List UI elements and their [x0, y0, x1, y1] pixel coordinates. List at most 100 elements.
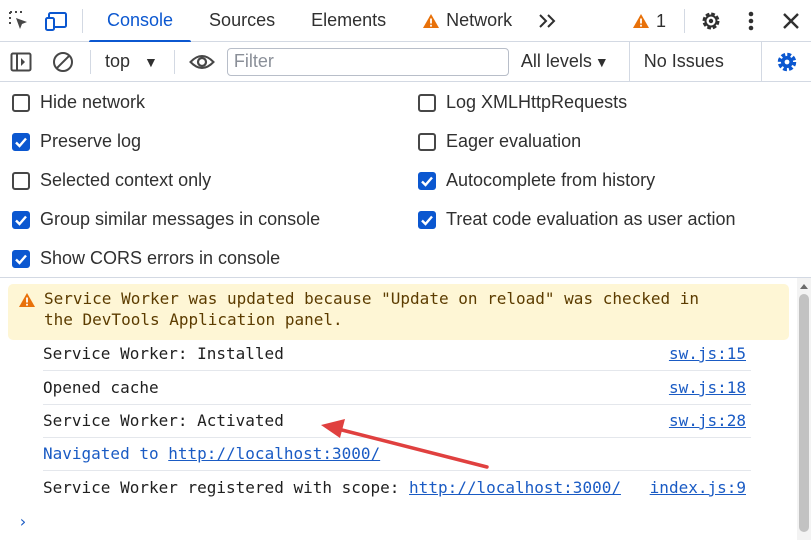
setting-label: Hide network — [40, 92, 146, 112]
setting-group-similar[interactable]: Group similar messages in console — [12, 200, 320, 239]
checkbox[interactable] — [12, 132, 30, 151]
issues-button[interactable]: No Issues — [628, 41, 724, 82]
setting-hide-network[interactable]: Hide network — [12, 83, 145, 122]
more-options-button[interactable] — [731, 0, 771, 42]
levels-label: All levels — [520, 51, 592, 71]
devtools-tabbar: Console Sources Elements Network 1 — [0, 0, 811, 43]
warning-text: Service Worker was updated because "Upda… — [44, 289, 700, 308]
console-navigated-row: Navigated to http://localhost:3000/ — [43, 437, 751, 471]
checkmark-icon — [15, 215, 27, 226]
checkmark-icon — [421, 215, 433, 226]
setting-label: Selected context only — [40, 170, 212, 190]
tab-label: Console — [107, 10, 174, 30]
log-levels-dropdown[interactable]: All levels ▼ — [521, 42, 609, 82]
scroll-up-arrow-icon[interactable] — [797, 282, 811, 292]
console-messages: Service Worker was updated because "Upda… — [0, 278, 797, 540]
setting-autocomplete-history[interactable]: Autocomplete from history — [418, 161, 655, 200]
setting-eager-evaluation[interactable]: Eager evaluation — [418, 122, 581, 161]
divider — [90, 49, 91, 74]
scrollbar-thumb[interactable] — [799, 294, 809, 532]
tab-network[interactable]: Network — [404, 0, 530, 42]
more-tabs-button[interactable] — [530, 0, 564, 42]
setting-label: Preserve log — [40, 131, 142, 151]
setting-label: Show CORS errors in console — [40, 248, 281, 268]
sidebar-toggle-icon — [10, 52, 32, 71]
setting-preserve-log[interactable]: Preserve log — [12, 122, 141, 161]
checkbox[interactable] — [418, 210, 436, 229]
source-link[interactable]: sw.js:28 — [669, 404, 746, 438]
prompt-chevron-icon: › — [18, 512, 28, 531]
clear-console-button[interactable] — [42, 42, 84, 82]
context-selector[interactable]: top ▼ — [97, 42, 168, 82]
checkbox[interactable] — [418, 93, 436, 112]
log-text: Service Worker registered with scope: — [43, 478, 410, 497]
log-text: Service Worker: Installed — [43, 344, 284, 363]
console-log-row: Service Worker registered with scope: ht… — [43, 471, 751, 505]
toggle-sidebar-button[interactable] — [0, 42, 42, 82]
checkbox[interactable] — [12, 93, 30, 112]
live-expression-button[interactable] — [181, 42, 223, 82]
clear-console-icon — [53, 51, 73, 72]
source-link[interactable]: index.js:9 — [650, 471, 746, 505]
setting-show-cors-errors[interactable]: Show CORS errors in console — [12, 239, 280, 278]
console-warning-message: Service Worker was updated because "Upda… — [8, 284, 789, 340]
checkbox[interactable] — [12, 249, 30, 268]
log-text: Service Worker: Activated — [43, 411, 284, 430]
checkmark-icon — [421, 176, 433, 187]
tab-label: Elements — [311, 10, 387, 30]
log-text: Navigated to — [43, 444, 169, 463]
console-prompt[interactable]: › — [18, 512, 28, 531]
warning-icon — [632, 13, 650, 29]
context-label: top — [105, 51, 131, 71]
tab-console[interactable]: Console — [89, 0, 192, 43]
setting-selected-context-only[interactable]: Selected context only — [12, 161, 211, 200]
settings-button[interactable] — [691, 0, 731, 42]
setting-label: Treat code evaluation as user action — [446, 209, 736, 229]
divider — [684, 9, 685, 33]
tab-sources[interactable]: Sources — [191, 0, 293, 42]
chevrons-right-icon — [539, 13, 556, 28]
checkbox[interactable] — [418, 171, 436, 190]
tabbar-right: 1 — [620, 0, 811, 42]
console-settings-button[interactable] — [761, 42, 811, 82]
console-scrollbar[interactable] — [797, 278, 811, 540]
setting-log-xhr[interactable]: Log XMLHttpRequests — [418, 83, 627, 122]
issues-count: 1 — [655, 10, 666, 31]
tab-label: Network — [446, 10, 513, 30]
source-link[interactable]: sw.js:15 — [669, 337, 746, 371]
issues-label: No Issues — [643, 51, 724, 71]
console-log-row: Service Worker: Installed sw.js:15 — [43, 337, 751, 371]
setting-label: Log XMLHttpRequests — [446, 92, 628, 112]
caret-down-icon: ▼ — [594, 53, 609, 70]
console-log-row: Service Worker: Activated sw.js:28 — [43, 404, 751, 438]
checkbox[interactable] — [12, 210, 30, 229]
setting-label: Eager evaluation — [446, 131, 582, 151]
setting-label: Autocomplete from history — [446, 170, 656, 190]
gear-icon — [777, 52, 796, 72]
divider — [82, 8, 83, 33]
gear-icon — [702, 12, 720, 30]
url-link[interactable]: http://localhost:3000/ — [168, 444, 380, 463]
console-log-row: Opened cache sw.js:18 — [43, 371, 751, 405]
setting-label: Group similar messages in console — [40, 209, 321, 229]
issues-counter[interactable]: 1 — [620, 11, 678, 32]
tab-label: Sources — [209, 10, 276, 30]
checkbox[interactable] — [12, 171, 30, 190]
warning-text: the DevTools Application panel. — [44, 310, 343, 329]
inspect-element-button[interactable] — [0, 0, 38, 42]
setting-treat-code-evaluation[interactable]: Treat code evaluation as user action — [418, 200, 736, 239]
source-link[interactable]: sw.js:18 — [669, 371, 746, 405]
kebab-menu-icon — [748, 11, 754, 31]
warning-icon — [18, 292, 36, 308]
device-toolbar-button[interactable] — [38, 0, 76, 42]
tab-elements[interactable]: Elements — [293, 0, 404, 42]
console-toolbar: top ▼ All levels ▼ No Issues — [0, 41, 811, 82]
log-text: Opened cache — [43, 378, 159, 397]
filter-input[interactable] — [226, 47, 509, 76]
close-icon — [783, 13, 799, 29]
checkbox[interactable] — [418, 132, 436, 151]
close-devtools-button[interactable] — [771, 0, 811, 42]
checkmark-icon — [15, 254, 27, 265]
url-link[interactable]: http://localhost:3000/ — [409, 478, 621, 497]
warning-icon — [422, 13, 440, 29]
